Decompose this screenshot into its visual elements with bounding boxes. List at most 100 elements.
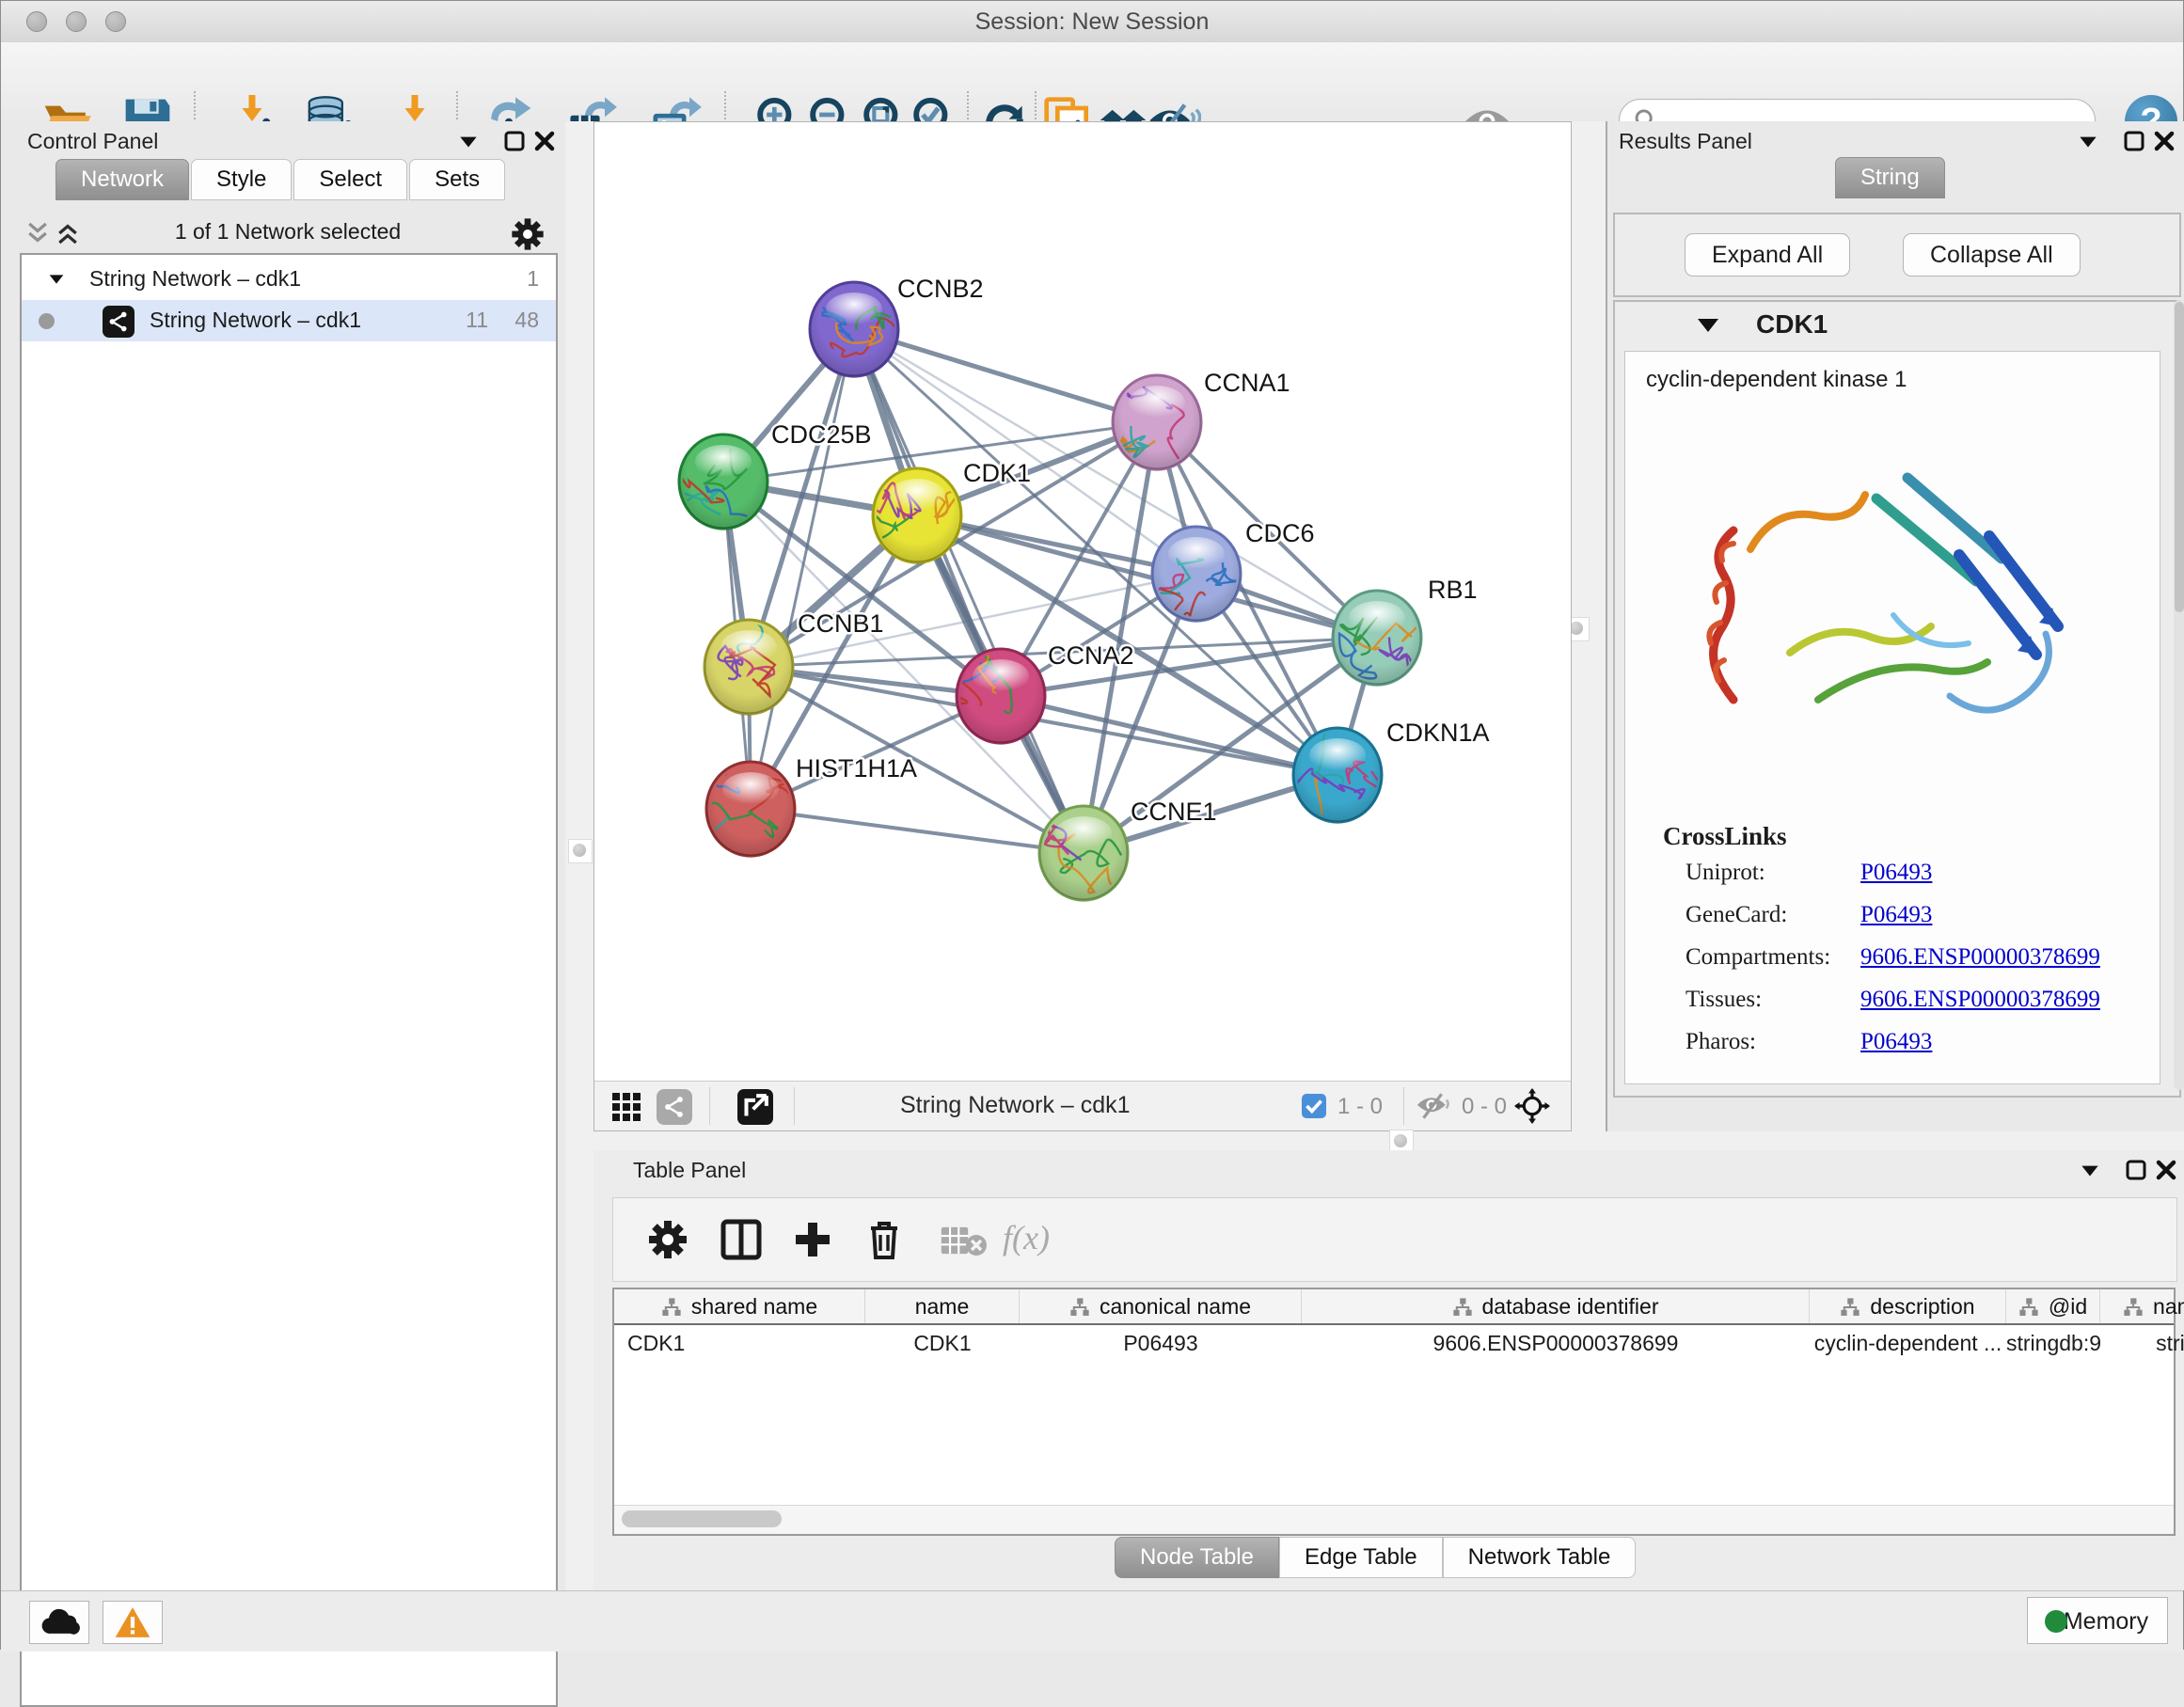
table-cell[interactable]: stringdb:9... [2006, 1325, 2100, 1361]
crosslink-row: GeneCard: P06493 [1685, 902, 2146, 930]
tab-network[interactable]: Network [55, 159, 189, 200]
column-header-id[interactable]: @id [2006, 1289, 2100, 1323]
tab-style[interactable]: Style [191, 159, 292, 200]
show-columns-icon[interactable] [719, 1217, 764, 1262]
network-graph[interactable]: CCNB2CCNA1CDC25BCDK1CDC6RB1CCNB1CCNA2CDK… [594, 122, 1571, 1082]
birdseye-crosshair-icon[interactable] [1514, 1088, 1550, 1124]
crosslink-link[interactable]: P06493 [1860, 860, 1932, 886]
protein-card-body: cyclin-dependent kinase 1 [1624, 351, 2160, 1084]
node-label-CCNB1: CCNB1 [798, 609, 884, 638]
protein-card-header[interactable]: CDK1 [1615, 302, 2179, 349]
column-header-name[interactable]: name [865, 1289, 1020, 1323]
network-node-CCNA1[interactable] [1091, 375, 1201, 471]
crosslink-link[interactable]: 9606.ENSP00000378699 [1860, 944, 2100, 971]
horizontal-splitter[interactable] [593, 1131, 2184, 1150]
open-in-window-icon[interactable] [737, 1089, 773, 1125]
crosslink-row: Compartments:9606.ENSP00000378699 [1685, 944, 2146, 972]
results-scrollbar[interactable] [2174, 300, 2184, 1090]
tab-edge-table[interactable]: Edge Table [1279, 1537, 1443, 1578]
node-table[interactable]: shared namenamecanonical namedatabase id… [612, 1288, 2176, 1536]
tab-network-table[interactable]: Network Table [1443, 1537, 1637, 1578]
warning-button[interactable] [103, 1601, 163, 1644]
network-node-CCNB2[interactable] [810, 282, 900, 378]
add-column-icon[interactable] [790, 1217, 835, 1262]
expand-all-button[interactable]: Expand All [1685, 233, 1850, 277]
column-header-canonical-name[interactable]: canonical name [1020, 1289, 1302, 1323]
table-cell[interactable]: CDK1 [614, 1325, 865, 1361]
protein-structure-image [1677, 408, 2081, 784]
results-panel-close-icon[interactable] [2153, 129, 2176, 153]
node-label-CCNA1: CCNA1 [1204, 369, 1290, 397]
function-builder-icon[interactable]: f(x) [1003, 1217, 1087, 1262]
crosslink-label: GeneCard: [1685, 902, 1787, 927]
tab-node-table[interactable]: Node Table [1115, 1537, 1279, 1578]
left-splitter[interactable] [565, 121, 593, 1590]
crosslink-link[interactable]: P06493 [1860, 902, 1932, 928]
results-buttons-card: Expand All Collapse All [1613, 213, 2181, 297]
network-share-icon[interactable] [657, 1089, 692, 1125]
control-panel-float-icon[interactable] [503, 129, 526, 153]
tab-sets[interactable]: Sets [409, 159, 505, 200]
tab-select[interactable]: Select [293, 159, 407, 200]
delete-column-icon[interactable] [862, 1217, 907, 1262]
table-panel-menu-icon[interactable] [2078, 1158, 2102, 1182]
grid-view-icon[interactable] [611, 1092, 641, 1122]
node-label-CCNE1: CCNE1 [1131, 798, 1217, 826]
results-panel-menu-icon[interactable] [2076, 129, 2100, 153]
node-label-CDKN1A: CDKN1A [1386, 719, 1490, 747]
memory-indicator[interactable]: Memory [2027, 1597, 2168, 1644]
table-cell[interactable]: stringdb [2100, 1325, 2184, 1361]
network-node-CCNA2[interactable] [923, 621, 1045, 745]
tab-string[interactable]: String [1835, 157, 1945, 198]
control-panel-close-icon[interactable] [533, 129, 556, 153]
collapse-all-icon[interactable] [24, 219, 52, 247]
window-title: Session: New Session [1, 1, 2183, 42]
control-panel-menu-icon[interactable] [456, 129, 481, 153]
table-options-gear-icon[interactable] [645, 1217, 690, 1262]
network-node-HIST1H1A[interactable] [676, 751, 796, 858]
selected-checkbox-icon[interactable] [1302, 1094, 1326, 1118]
network-edge-CCNA2-CDKN1A[interactable] [1001, 696, 1337, 775]
table-horizontal-scrollbar[interactable] [614, 1505, 2174, 1534]
table-cell[interactable]: P06493 [1020, 1325, 1302, 1361]
column-header-database-identifier[interactable]: database identifier [1302, 1289, 1810, 1323]
cloud-button[interactable] [29, 1601, 89, 1644]
table-cell[interactable]: CDK1 [865, 1325, 1020, 1361]
crosslink-label: Uniprot: [1685, 860, 1765, 885]
tree-expand-icon[interactable] [46, 269, 67, 290]
expand-all-icon[interactable] [54, 219, 82, 247]
table-panel-close-icon[interactable] [2155, 1158, 2177, 1182]
crosslink-row: Tissues:9606.ENSP00000378699 [1685, 987, 2146, 1015]
network-options-gear-icon[interactable] [509, 215, 546, 253]
results-panel-float-icon[interactable] [2123, 129, 2145, 153]
column-header-shared-name[interactable]: shared name [614, 1289, 865, 1323]
collapse-all-button[interactable]: Collapse All [1903, 233, 2081, 277]
network-edge-CCNE1-HIST1H1A[interactable] [751, 809, 1084, 853]
delete-table-icon[interactable] [937, 1217, 989, 1262]
network-type-icon [103, 306, 135, 338]
network-node-CCNE1[interactable] [1022, 806, 1128, 902]
crosslink-link[interactable]: P06493 [1860, 1029, 1932, 1055]
crosslink-link[interactable]: 9606.ENSP00000378699 [1860, 987, 2100, 1013]
column-header-description[interactable]: description [1810, 1289, 2006, 1323]
table-panel-float-icon[interactable] [2125, 1158, 2147, 1182]
network-row-selected[interactable]: String Network – cdk1 11 48 [22, 300, 556, 341]
network-node-CDC25B[interactable] [662, 431, 776, 530]
network-view[interactable]: CCNB2CCNA1CDC25BCDK1CDC6RB1CCNB1CCNA2CDK… [593, 121, 1572, 1131]
node-label-CCNA2: CCNA2 [1048, 641, 1134, 670]
network-node-CDC6[interactable] [1150, 527, 1241, 642]
crosslink-label: Pharos: [1685, 1029, 1756, 1054]
table-cell[interactable]: cyclin-dependent ... [1810, 1325, 2006, 1361]
crosslinks-title: CrossLinks [1663, 822, 1787, 851]
memory-status-dot [2045, 1610, 2067, 1633]
table-cell[interactable]: 9606.ENSP00000378699 [1302, 1325, 1810, 1361]
network-node-CCNB1[interactable] [704, 576, 793, 716]
network-edge-CCNB2-CCNA1[interactable] [854, 329, 1157, 422]
collapse-triangle-icon[interactable] [1698, 319, 1718, 342]
application-window: Session: New Session [0, 0, 2184, 1650]
control-panel-tabs: NetworkStyleSelectSets [55, 159, 507, 200]
column-header-namespace[interactable]: namespace [2100, 1289, 2184, 1323]
network-node-RB1[interactable] [1333, 591, 1446, 687]
network-collection-row[interactable]: String Network – cdk1 1 [22, 259, 556, 300]
control-panel: Control Panel NetworkStyleSelectSets 1 o… [1, 121, 565, 1590]
